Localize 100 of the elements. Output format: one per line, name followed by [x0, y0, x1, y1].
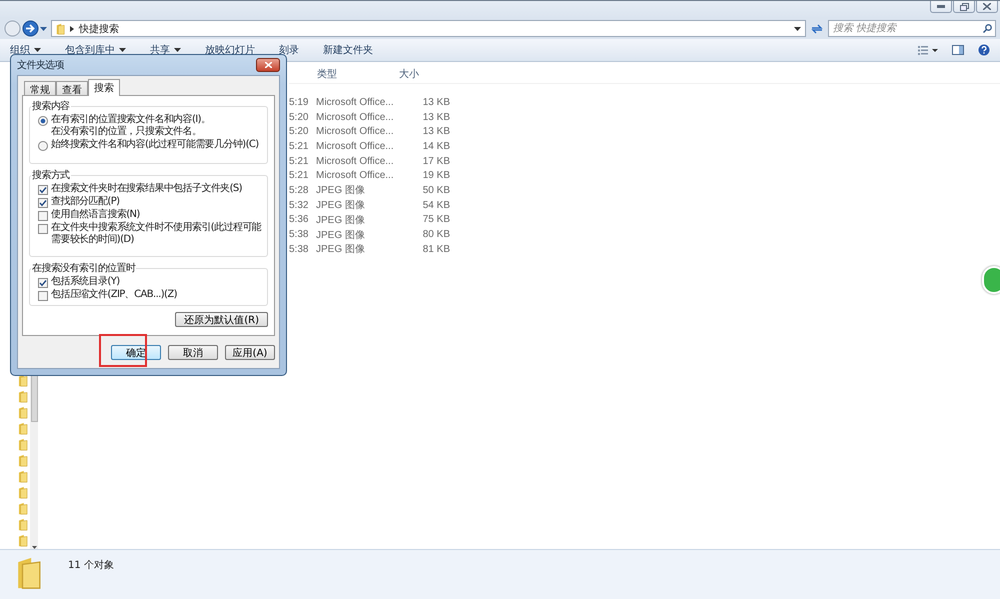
folder-icon: [18, 502, 28, 515]
radio-button[interactable]: [38, 141, 48, 151]
chevron-icon: [70, 26, 74, 32]
close-icon: [264, 62, 272, 68]
table-cell-text: Microsoft Office...: [316, 140, 395, 152]
table-cell-text: Microsoft Office...: [316, 96, 395, 108]
help-icon[interactable]: [978, 44, 990, 56]
option-note: 在没有索引的位置，只搜索文件名。: [51, 126, 202, 138]
group-title: 在搜索没有索引的位置时: [31, 262, 136, 275]
toolbar-button[interactable]: 新建文件夹: [323, 43, 373, 57]
restore-defaults-button[interactable]: 还原为默认值(R): [175, 312, 268, 327]
restore-icon: [960, 2, 968, 10]
table-cell-text: 5:28: [289, 184, 310, 196]
toolbar-button[interactable]: 放映幻灯片: [205, 43, 255, 57]
table-cell-text: 5:20: [289, 112, 310, 123]
option-label: 在搜索文件夹时在搜索结果中包括子文件夹(S): [51, 183, 242, 195]
group-title: 搜索内容: [31, 100, 71, 113]
folder-icon: [18, 486, 28, 499]
folder-icon: [18, 534, 28, 547]
folder-icon: [18, 406, 28, 419]
checkbox[interactable]: [38, 291, 48, 301]
preview-pane-icon[interactable]: [952, 45, 964, 55]
table-cell-text: 5:21: [289, 170, 310, 182]
dialog-button[interactable]: 确定: [111, 344, 161, 360]
table-cell-text: 19 KB: [422, 170, 450, 182]
folder-icon: [56, 22, 65, 34]
table-cell-text: 13 KB: [422, 112, 450, 123]
tab[interactable]: 搜索: [88, 79, 120, 96]
table-cell-text: 5:38: [289, 229, 310, 240]
tab[interactable]: 常规: [24, 81, 56, 95]
toolbar-button[interactable]: 刻录: [279, 43, 299, 57]
folder-icon: [18, 454, 28, 467]
option-label: 查找部分匹配(P): [51, 196, 120, 208]
table-cell-text: Microsoft Office...: [316, 112, 395, 123]
table-cell-text: 13 KB: [422, 126, 450, 138]
option-label: 使用自然语言搜索(N): [51, 209, 140, 221]
folder-icon: [18, 470, 28, 483]
table-cell-text: JPEG 图像: [316, 184, 366, 198]
table-cell-text: Microsoft Office...: [316, 156, 395, 167]
table-cell-text: JPEG 图像: [316, 243, 366, 256]
folder-icon: [18, 518, 28, 531]
table-cell-text: 75 KB: [422, 214, 450, 226]
restore-button[interactable]: [953, 1, 975, 13]
table-cell-text: 50 KB: [422, 184, 450, 196]
table-cell-text: 14 KB: [422, 140, 450, 152]
checkbox[interactable]: [38, 224, 48, 234]
folder-icon: [18, 438, 28, 451]
folder-icon: [18, 422, 28, 435]
column-header[interactable]: 类型: [289, 67, 399, 81]
table-cell-text: Microsoft Office...: [316, 170, 395, 182]
option-label: 包括压缩文件(ZIP、CAB...)(Z): [51, 289, 177, 301]
folder-icon: [18, 390, 28, 403]
column-header[interactable]: 大小: [399, 67, 451, 81]
option-label: 在有索引的位置搜索文件名和内容(I)。: [51, 114, 210, 126]
table-cell-text: JPEG 图像: [316, 214, 366, 227]
group-title: 搜索方式: [31, 168, 71, 182]
checkbox[interactable]: [38, 198, 48, 208]
table-cell-text: 5:19: [289, 96, 310, 108]
dialog-title: 文件夹选项: [17, 58, 64, 72]
tab[interactable]: 查看: [56, 81, 88, 95]
dialog-button[interactable]: 应用(A): [225, 344, 275, 360]
refresh-icon[interactable]: [810, 22, 824, 34]
table-cell-text: 5:38: [289, 244, 310, 255]
option-label: 在文件夹中搜索系统文件时不使用索引(此过程可能需要较长的时间)(D): [51, 222, 262, 246]
table-cell-text: 5:21: [289, 156, 310, 167]
minimize-icon: [937, 5, 945, 8]
toolbar-button[interactable]: 包含到库中: [65, 43, 126, 57]
minimize-button[interactable]: [930, 1, 952, 13]
table-cell-text: 54 KB: [422, 200, 450, 211]
table-cell-text: 5:21: [289, 140, 310, 152]
table-cell-text: 5:36: [289, 214, 310, 226]
option-label: 始终搜索文件名和内容(此过程可能需要几分钟)(C): [51, 139, 259, 151]
option-label: 包括系统目录(Y): [51, 276, 120, 288]
forward-icon[interactable]: [22, 20, 39, 37]
checkbox[interactable]: [38, 278, 48, 288]
table-cell-text: 81 KB: [422, 244, 450, 255]
dialog-button[interactable]: 取消: [168, 344, 218, 360]
table-cell-text: JPEG 图像: [316, 228, 366, 242]
table-cell-text: 80 KB: [422, 229, 450, 240]
close-icon: [983, 3, 991, 10]
checkbox[interactable]: [38, 185, 48, 195]
caret-icon[interactable]: [40, 26, 47, 30]
table-cell-text: 13 KB: [422, 96, 450, 108]
table-cell-text: 5:20: [289, 126, 310, 138]
close-button[interactable]: [976, 1, 998, 13]
radio-button[interactable]: [38, 116, 48, 126]
checkbox[interactable]: [38, 211, 48, 221]
table-cell-text: JPEG 图像: [316, 199, 366, 212]
table-cell-text: 5:32: [289, 200, 310, 211]
table-cell-text: 17 KB: [422, 156, 450, 167]
search-field[interactable]: 搜索 快捷搜索: [828, 20, 996, 37]
toolbar-button[interactable]: 共享: [150, 43, 181, 57]
caret-icon: [794, 26, 801, 30]
status-text: 11 个对象: [68, 558, 114, 572]
view-icon[interactable]: [918, 46, 938, 54]
close-button[interactable]: [256, 58, 280, 72]
toolbar-button[interactable]: 组织: [10, 43, 41, 57]
search-icon: [983, 24, 992, 33]
address-bar[interactable]: 快捷搜索: [51, 20, 806, 37]
floating-button[interactable]: [982, 266, 1000, 294]
